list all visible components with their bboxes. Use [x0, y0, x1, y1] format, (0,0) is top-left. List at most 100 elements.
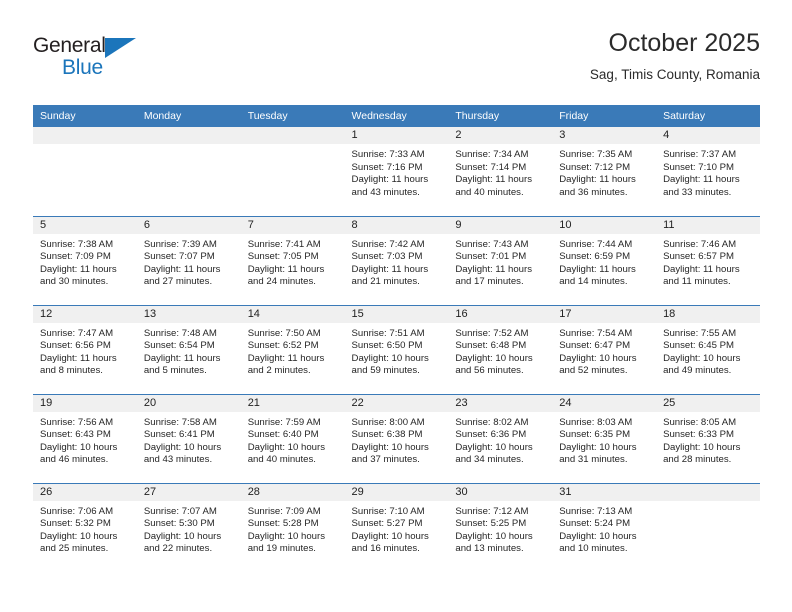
page-header: General Blue October 2025 Sag, Timis Cou… — [33, 28, 760, 98]
calendar-day-cell[interactable]: 2 Sunrise: 7:34 AM Sunset: 7:14 PM Daylight… — [448, 127, 553, 216]
calendar-day-cell[interactable]: 8 Sunrise: 7:42 AM Sunset: 7:03 PM Daylight… — [344, 215, 449, 305]
day-cell-inner: 4 Sunrise: 7:37 AM Sunset: 7:10 PM Daylight… — [656, 127, 760, 216]
calendar-day-cell[interactable]: 18 Sunrise: 7:55 AM Sunset: 6:45 PM Dayligh… — [656, 304, 760, 394]
calendar-day-cell-empty — [136, 127, 241, 216]
calendar-day-cell[interactable]: 23 Sunrise: 8:02 AM Sunset: 6:36 PM Dayligh… — [448, 393, 553, 483]
day-cell-inner: 23 Sunrise: 8:02 AM Sunset: 6:36 PM Dayligh… — [448, 394, 553, 483]
calendar-day-cell[interactable]: 3 Sunrise: 7:35 AM Sunset: 7:12 PM Daylight… — [552, 127, 657, 216]
calendar-day-cell[interactable]: 15 Sunrise: 7:51 AM Sunset: 6:50 PM Dayligh… — [344, 304, 449, 394]
calendar-day-cell[interactable]: 28 Sunrise: 7:09 AM Sunset: 5:28 PM Dayligh… — [240, 482, 345, 572]
calendar-day-cell[interactable]: 9 Sunrise: 7:43 AM Sunset: 7:01 PM Daylight… — [448, 215, 553, 305]
daylight-text-line2: and 33 minutes. — [663, 186, 732, 198]
daylight-text-line1: Daylight: 10 hours — [455, 530, 533, 542]
sunrise-text: Sunrise: 7:51 AM — [351, 327, 425, 339]
sunset-text: Sunset: 6:35 PM — [559, 429, 631, 441]
calendar-day-cell-empty — [33, 127, 137, 216]
day-cell-inner: 14 Sunrise: 7:50 AM Sunset: 6:52 PM Dayligh… — [240, 305, 345, 394]
daylight-text-line1: Daylight: 10 hours — [247, 530, 326, 542]
daylight-text-line2: and 10 minutes. — [559, 543, 628, 555]
calendar-day-cell[interactable]: 24 Sunrise: 8:03 AM Sunset: 6:35 PM Dayligh… — [552, 393, 657, 483]
calendar-day-cell[interactable]: 12 Sunrise: 7:47 AM Sunset: 6:56 PM Dayligh… — [33, 304, 137, 394]
day-number: 20 — [136, 394, 241, 412]
day-details: Sunrise: 7:48 AM Sunset: 6:54 PM Daylight:… — [137, 323, 241, 378]
sunset-text: Sunset: 6:40 PM — [247, 429, 319, 441]
day-details: Sunrise: 7:59 AM Sunset: 6:40 PM Daylight:… — [241, 412, 345, 467]
daylight-text-line2: and 28 minutes. — [663, 454, 732, 466]
sunrise-text: Sunrise: 7:34 AM — [455, 149, 529, 160]
calendar-day-cell[interactable]: 17 Sunrise: 7:54 AM Sunset: 6:47 PM Dayligh… — [552, 304, 657, 394]
calendar-day-cell[interactable]: 22 Sunrise: 8:00 AM Sunset: 6:38 PM Dayligh… — [344, 393, 449, 483]
calendar-day-cell[interactable]: 10 Sunrise: 7:44 AM Sunset: 6:59 PM Dayligh… — [552, 215, 657, 305]
calendar-day-cell[interactable]: 25 Sunrise: 8:05 AM Sunset: 6:33 PM Dayligh… — [656, 393, 760, 483]
day-details: Sunrise: 7:47 AM Sunset: 6:56 PM Daylight:… — [33, 323, 137, 378]
day-cell-inner: 1 Sunrise: 7:33 AM Sunset: 7:16 PM Daylight… — [344, 127, 449, 216]
calendar-day-cell[interactable]: 21 Sunrise: 7:59 AM Sunset: 6:40 PM Dayligh… — [240, 393, 345, 483]
day-number: 7 — [240, 216, 345, 234]
page-subtitle: Sag, Timis County, Romania — [589, 67, 760, 82]
calendar-day-cell[interactable]: 20 Sunrise: 7:58 AM Sunset: 6:41 PM Dayligh… — [136, 393, 241, 483]
day-number: 15 — [344, 305, 449, 323]
day-details: Sunrise: 7:07 AM Sunset: 5:30 PM Daylight:… — [137, 501, 241, 556]
daylight-text-line1: Daylight: 11 hours — [351, 174, 429, 186]
daylight-text-line1: Daylight: 11 hours — [455, 174, 532, 186]
day-details: Sunrise: 7:50 AM Sunset: 6:52 PM Daylight:… — [241, 323, 345, 378]
day-number: 1 — [344, 127, 449, 144]
sunset-text: Sunset: 6:47 PM — [559, 340, 631, 352]
weekday-header-friday: Friday — [552, 105, 657, 127]
calendar-day-cell[interactable]: 5 Sunrise: 7:38 AM Sunset: 7:09 PM Daylight… — [33, 215, 137, 305]
calendar-day-cell[interactable]: 14 Sunrise: 7:50 AM Sunset: 6:52 PM Dayligh… — [240, 304, 345, 394]
day-cell-inner: 22 Sunrise: 8:00 AM Sunset: 6:38 PM Dayligh… — [344, 394, 449, 483]
daylight-text-line2: and 8 minutes. — [40, 365, 103, 377]
general-blue-logo[interactable]: General Blue — [33, 34, 163, 84]
calendar-day-cell[interactable]: 27 Sunrise: 7:07 AM Sunset: 5:30 PM Dayligh… — [136, 482, 241, 572]
daylight-text-line1: Daylight: 11 hours — [455, 263, 532, 275]
calendar-day-cell[interactable]: 16 Sunrise: 7:52 AM Sunset: 6:48 PM Dayligh… — [448, 304, 553, 394]
calendar-day-cell[interactable]: 6 Sunrise: 7:39 AM Sunset: 7:07 PM Daylight… — [136, 215, 241, 305]
daylight-text-line2: and 40 minutes. — [247, 454, 316, 466]
page-title: October 2025 — [608, 29, 761, 57]
sunset-text: Sunset: 6:41 PM — [143, 429, 215, 441]
sunrise-text: Sunrise: 7:39 AM — [143, 238, 217, 250]
calendar-day-cell[interactable]: 1 Sunrise: 7:33 AM Sunset: 7:16 PM Daylight… — [344, 127, 449, 216]
daylight-text-line1: Daylight: 10 hours — [247, 441, 326, 453]
calendar-page: General Blue October 2025 Sag, Timis Cou… — [0, 0, 792, 612]
day-cell-inner: 31 Sunrise: 7:13 AM Sunset: 5:24 PM Dayligh… — [552, 483, 657, 573]
day-number: 14 — [240, 305, 345, 323]
day-cell-inner: 3 Sunrise: 7:35 AM Sunset: 7:12 PM Daylight… — [552, 127, 657, 216]
day-cell-inner: 2 Sunrise: 7:34 AM Sunset: 7:14 PM Daylight… — [448, 127, 553, 216]
calendar-header-row: Sunday Monday Tuesday Wednesday Thursday… — [33, 105, 760, 127]
day-number: 17 — [552, 305, 657, 323]
calendar-day-cell[interactable]: 29 Sunrise: 7:10 AM Sunset: 5:27 PM Dayligh… — [344, 482, 449, 572]
calendar-day-cell[interactable]: 4 Sunrise: 7:37 AM Sunset: 7:10 PM Daylight… — [656, 127, 760, 216]
daylight-text-line1: Daylight: 11 hours — [40, 352, 117, 364]
calendar-day-cell[interactable]: 31 Sunrise: 7:13 AM Sunset: 5:24 PM Dayligh… — [552, 482, 657, 573]
calendar-day-cell[interactable]: 11 Sunrise: 7:46 AM Sunset: 6:57 PM Dayligh… — [656, 215, 760, 305]
day-cell-inner: 26 Sunrise: 7:06 AM Sunset: 5:32 PM Dayligh… — [33, 483, 137, 573]
sunrise-text: Sunrise: 7:41 AM — [247, 238, 321, 250]
day-number: 11 — [656, 216, 760, 234]
sunrise-text: Sunrise: 7:54 AM — [559, 327, 633, 339]
daylight-text-line1: Daylight: 11 hours — [559, 263, 636, 275]
daylight-text-line2: and 13 minutes. — [455, 543, 524, 555]
calendar-day-cell[interactable]: 19 Sunrise: 7:56 AM Sunset: 6:43 PM Dayligh… — [33, 393, 137, 483]
day-number: 25 — [656, 394, 760, 412]
sunrise-text: Sunrise: 7:09 AM — [247, 505, 321, 517]
calendar-day-cell[interactable]: 26 Sunrise: 7:06 AM Sunset: 5:32 PM Dayligh… — [33, 482, 137, 573]
calendar-day-cell[interactable]: 13 Sunrise: 7:48 AM Sunset: 6:54 PM Dayligh… — [136, 304, 241, 394]
calendar-day-cell[interactable]: 7 Sunrise: 7:41 AM Sunset: 7:05 PM Daylight… — [240, 215, 345, 305]
day-cell-inner: 6 Sunrise: 7:39 AM Sunset: 7:07 PM Daylight… — [136, 216, 241, 305]
sunrise-text: Sunrise: 7:37 AM — [663, 149, 737, 160]
day-cell-inner: 9 Sunrise: 7:43 AM Sunset: 7:01 PM Daylight… — [448, 216, 553, 305]
day-details — [656, 501, 760, 506]
daylight-text-line2: and 46 minutes. — [40, 454, 109, 466]
day-details: Sunrise: 7:54 AM Sunset: 6:47 PM Daylight:… — [552, 323, 656, 378]
logo-text-blue: Blue — [62, 56, 103, 79]
day-number: 31 — [552, 483, 657, 501]
sunrise-text: Sunrise: 7:06 AM — [40, 505, 114, 517]
daylight-text-line1: Daylight: 10 hours — [40, 441, 118, 453]
daylight-text-line2: and 56 minutes. — [455, 365, 524, 377]
weekday-header-monday: Monday — [136, 105, 241, 127]
calendar-day-cell[interactable]: 30 Sunrise: 7:12 AM Sunset: 5:25 PM Dayligh… — [448, 482, 553, 572]
sunset-text: Sunset: 6:36 PM — [455, 429, 527, 441]
daylight-text-line2: and 25 minutes. — [40, 543, 109, 555]
